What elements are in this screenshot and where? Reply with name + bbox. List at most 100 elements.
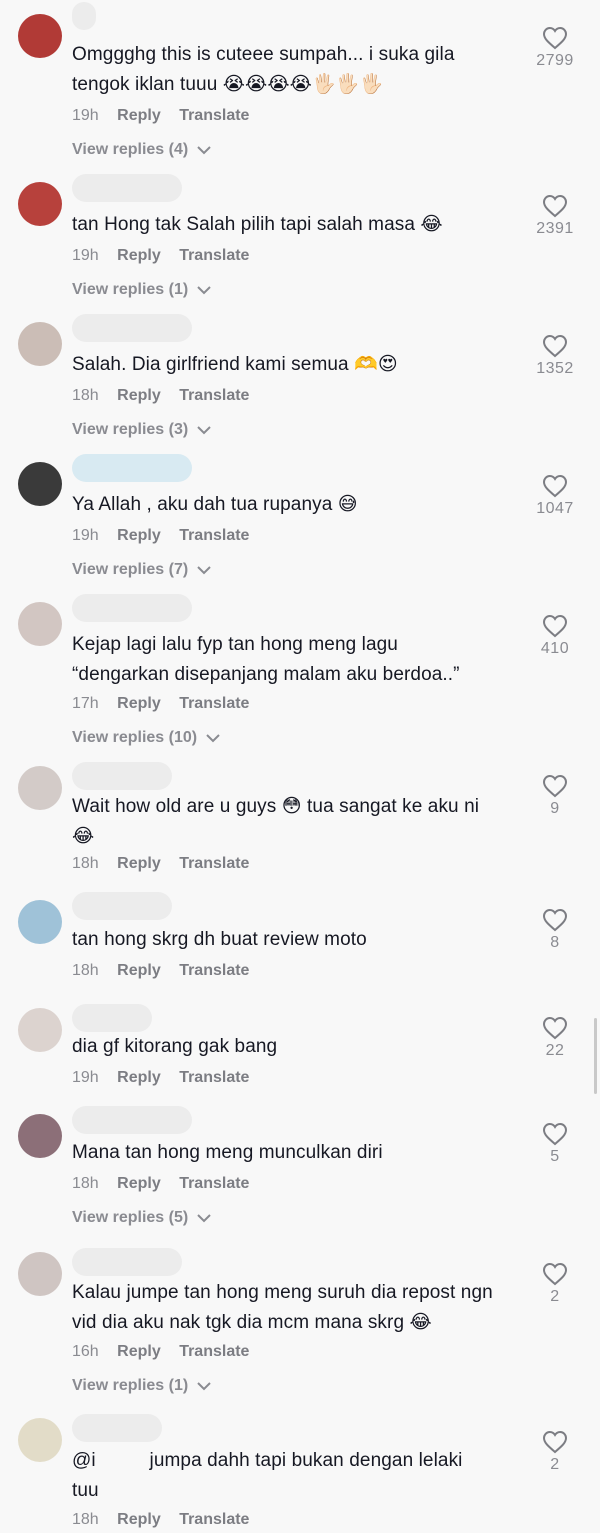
reply-button[interactable]: Reply bbox=[117, 107, 161, 124]
reply-button[interactable]: Reply bbox=[117, 962, 161, 979]
translate-button[interactable]: Translate bbox=[179, 527, 249, 544]
view-replies-button[interactable]: View replies (3) bbox=[72, 420, 211, 440]
username-redacted[interactable] bbox=[72, 1248, 182, 1276]
reply-button[interactable]: Reply bbox=[117, 1343, 161, 1360]
reply-button[interactable]: Reply bbox=[117, 1069, 161, 1086]
view-replies-button[interactable]: View replies (5) bbox=[72, 1208, 211, 1228]
like-button[interactable]: 2 bbox=[520, 1430, 590, 1474]
username-redacted[interactable] bbox=[72, 892, 172, 920]
translate-button[interactable]: Translate bbox=[179, 1175, 249, 1192]
view-replies-label: View replies (1) bbox=[72, 281, 189, 298]
like-count: 2391 bbox=[536, 220, 574, 237]
translate-button[interactable]: Translate bbox=[179, 1069, 249, 1086]
comment-text: tan Hong tak Salah pilih tapi salah masa… bbox=[72, 214, 443, 235]
comment-meta: 16h Reply Translate bbox=[72, 1342, 263, 1362]
scrollbar[interactable] bbox=[594, 1018, 597, 1094]
translate-button[interactable]: Translate bbox=[179, 387, 249, 404]
translate-button[interactable]: Translate bbox=[179, 1511, 249, 1528]
username-redacted[interactable] bbox=[72, 314, 192, 342]
reply-button[interactable]: Reply bbox=[117, 695, 161, 712]
view-replies-label: View replies (7) bbox=[72, 561, 189, 578]
reply-button[interactable]: Reply bbox=[117, 527, 161, 544]
username-redacted[interactable] bbox=[72, 594, 192, 622]
view-replies-button[interactable]: View replies (1) bbox=[72, 280, 211, 300]
username-redacted[interactable] bbox=[72, 2, 96, 30]
comment-text: Kalau jumpe tan hong meng suruh dia repo… bbox=[72, 1282, 493, 1333]
avatar[interactable] bbox=[18, 602, 62, 646]
username-redacted[interactable] bbox=[72, 174, 182, 202]
like-button[interactable]: 9 bbox=[520, 774, 590, 818]
comment-time: 19h bbox=[72, 247, 99, 264]
heart-outline-icon bbox=[542, 1122, 568, 1146]
comment-time: 19h bbox=[72, 107, 99, 124]
view-replies-label: View replies (10) bbox=[72, 729, 198, 746]
avatar[interactable] bbox=[18, 1008, 62, 1052]
comment-meta: 18h Reply Translate bbox=[72, 854, 263, 874]
username-redacted[interactable] bbox=[72, 1004, 152, 1032]
avatar[interactable] bbox=[18, 900, 62, 944]
reply-button[interactable]: Reply bbox=[117, 855, 161, 872]
avatar[interactable] bbox=[18, 1114, 62, 1158]
heart-outline-icon bbox=[542, 774, 568, 798]
comment-time: 19h bbox=[72, 1069, 99, 1086]
view-replies-button[interactable]: View replies (1) bbox=[72, 1376, 211, 1396]
translate-button[interactable]: Translate bbox=[179, 695, 249, 712]
avatar[interactable] bbox=[18, 1418, 62, 1462]
reply-button[interactable]: Reply bbox=[117, 1511, 161, 1528]
avatar[interactable] bbox=[18, 766, 62, 810]
avatar[interactable] bbox=[18, 1252, 62, 1296]
like-button[interactable]: 2799 bbox=[520, 26, 590, 70]
reply-button[interactable]: Reply bbox=[117, 1175, 161, 1192]
heart-outline-icon bbox=[542, 194, 568, 218]
chevron-down-icon bbox=[196, 1382, 211, 1391]
like-button[interactable]: 1352 bbox=[520, 334, 590, 378]
like-count: 2 bbox=[550, 1288, 560, 1305]
like-button[interactable]: 2391 bbox=[520, 194, 590, 238]
username-redacted[interactable] bbox=[72, 1106, 192, 1134]
like-button[interactable]: 2 bbox=[520, 1262, 590, 1306]
comment-meta: 18h Reply Translate bbox=[72, 1510, 263, 1530]
translate-button[interactable]: Translate bbox=[179, 107, 249, 124]
translate-button[interactable]: Translate bbox=[179, 855, 249, 872]
like-button[interactable]: 5 bbox=[520, 1122, 590, 1166]
username-redacted[interactable] bbox=[72, 1414, 162, 1442]
translate-button[interactable]: Translate bbox=[179, 247, 249, 264]
chevron-down-icon bbox=[205, 734, 220, 743]
like-button[interactable]: 22 bbox=[520, 1016, 590, 1060]
comment-text: Mana tan hong meng munculkan diri bbox=[72, 1142, 383, 1163]
translate-button[interactable]: Translate bbox=[179, 1343, 249, 1360]
view-replies-button[interactable]: View replies (7) bbox=[72, 560, 211, 580]
heart-outline-icon bbox=[542, 334, 568, 358]
like-button[interactable]: 1047 bbox=[520, 474, 590, 518]
avatar[interactable] bbox=[18, 14, 62, 58]
reply-button[interactable]: Reply bbox=[117, 247, 161, 264]
reply-button[interactable]: Reply bbox=[117, 387, 161, 404]
comment-text: Ya Allah , aku dah tua rupanya 😅 bbox=[72, 494, 358, 515]
translate-button[interactable]: Translate bbox=[179, 962, 249, 979]
username-redacted[interactable] bbox=[72, 454, 192, 482]
comment-time: 18h bbox=[72, 387, 99, 404]
comment-meta: 18h Reply Translate bbox=[72, 1174, 263, 1194]
like-count: 8 bbox=[550, 934, 560, 951]
heart-outline-icon bbox=[542, 1430, 568, 1454]
chevron-down-icon bbox=[196, 1214, 211, 1223]
avatar[interactable] bbox=[18, 182, 62, 226]
chevron-down-icon bbox=[196, 146, 211, 155]
comment-text: tan hong skrg dh buat review moto bbox=[72, 929, 367, 950]
like-button[interactable]: 8 bbox=[520, 908, 590, 952]
view-replies-button[interactable]: View replies (10) bbox=[72, 728, 220, 748]
like-count: 2 bbox=[550, 1456, 560, 1473]
heart-outline-icon bbox=[542, 614, 568, 638]
like-button[interactable]: 410 bbox=[520, 614, 590, 658]
comment-time: 16h bbox=[72, 1343, 99, 1360]
avatar[interactable] bbox=[18, 462, 62, 506]
comment-text: Kejap lagi lalu fyp tan hong meng lagu “… bbox=[72, 634, 460, 685]
avatar[interactable] bbox=[18, 322, 62, 366]
comment-time: 18h bbox=[72, 855, 99, 872]
comment-meta: 17h Reply Translate bbox=[72, 694, 263, 714]
username-redacted[interactable] bbox=[72, 762, 172, 790]
view-replies-button[interactable]: View replies (4) bbox=[72, 140, 211, 160]
chevron-down-icon bbox=[196, 566, 211, 575]
comment-meta: 19h Reply Translate bbox=[72, 106, 263, 126]
chevron-down-icon bbox=[196, 286, 211, 295]
